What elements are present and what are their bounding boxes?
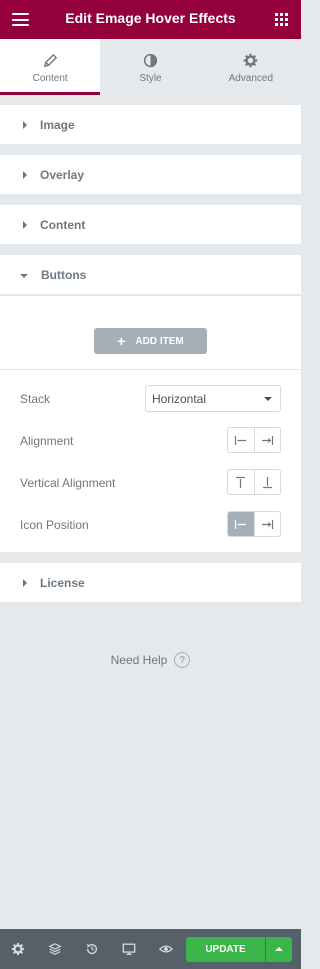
panel-tabs: Content Style Advanced (0, 39, 301, 95)
icon-position-before-button[interactable] (228, 512, 254, 536)
alignment-label: Alignment (20, 434, 74, 448)
tab-advanced-label: Advanced (228, 73, 274, 84)
need-help-label: Need Help (110, 653, 168, 667)
section-license[interactable]: License (0, 563, 301, 602)
stack-select-value: Horizontal (152, 392, 207, 406)
section-buttons[interactable]: Buttons (0, 255, 301, 294)
plus-icon: + (117, 333, 126, 349)
desktop-icon[interactable] (122, 942, 136, 956)
icon-position-label: Icon Position (20, 518, 89, 532)
section-content-label: Content (40, 217, 86, 232)
section-license-label: License (40, 575, 85, 590)
tab-style[interactable]: Style (100, 39, 201, 95)
panel-title: Edit Emage Hover Effects (65, 10, 236, 26)
update-options-button[interactable] (266, 937, 292, 962)
update-button[interactable]: UPDATE (186, 937, 265, 962)
align-end-icon (261, 435, 273, 445)
gear-icon (244, 53, 258, 68)
icon-position-choices (227, 511, 281, 537)
section-overlay-label: Overlay (40, 167, 85, 182)
stack-label: Stack (20, 392, 51, 406)
footer-toolbar: UPDATE (0, 929, 301, 969)
alignment-choices (227, 427, 281, 453)
divider (0, 295, 301, 296)
align-top-button[interactable] (228, 470, 254, 494)
tab-content[interactable]: Content (0, 39, 101, 95)
grid-icon[interactable] (275, 13, 288, 26)
caret-right-icon (23, 220, 27, 229)
need-help-link[interactable]: Need Help ? (0, 652, 301, 668)
buttons-panel: + ADD ITEM Stack Horizontal Alignment Ve… (0, 295, 301, 552)
history-icon[interactable] (85, 942, 99, 956)
update-label: UPDATE (205, 944, 246, 955)
caret-down-icon (20, 273, 28, 278)
align-bottom-icon (262, 476, 272, 488)
caret-right-icon (23, 578, 27, 587)
tab-style-label: Style (139, 73, 162, 84)
section-buttons-label: Buttons (41, 267, 87, 282)
vertical-alignment-label: Vertical Alignment (20, 476, 116, 490)
caret-right-icon (23, 170, 27, 179)
section-overlay[interactable]: Overlay (0, 155, 301, 194)
tab-content-label: Content (32, 73, 68, 84)
align-end-button[interactable] (253, 428, 280, 452)
pencil-icon (43, 53, 57, 68)
align-top-icon (236, 476, 246, 488)
section-content[interactable]: Content (0, 205, 301, 244)
eye-icon[interactable] (159, 942, 173, 956)
section-image-label: Image (40, 117, 75, 132)
section-image[interactable]: Image (0, 105, 301, 144)
caret-right-icon (23, 120, 27, 129)
align-start-icon (235, 519, 247, 529)
align-start-button[interactable] (228, 428, 254, 452)
icon-position-after-button[interactable] (253, 512, 280, 536)
caret-up-icon (275, 947, 283, 951)
align-start-icon (235, 435, 247, 445)
hamburger-icon[interactable] (12, 13, 29, 26)
align-end-icon (261, 519, 273, 529)
chevron-down-icon (264, 397, 272, 401)
align-bottom-button[interactable] (253, 470, 280, 494)
stack-select[interactable]: Horizontal (145, 385, 281, 412)
settings-icon[interactable] (11, 942, 25, 956)
question-icon: ? (174, 652, 191, 668)
half-circle-icon (143, 53, 158, 68)
tab-advanced[interactable]: Advanced (200, 39, 301, 95)
top-bar: Edit Emage Hover Effects (0, 0, 301, 39)
add-item-label: ADD ITEM (135, 335, 184, 347)
divider (0, 369, 301, 370)
add-item-button[interactable]: + ADD ITEM (94, 328, 207, 354)
vertical-alignment-choices (227, 469, 281, 495)
layers-icon[interactable] (48, 942, 62, 956)
